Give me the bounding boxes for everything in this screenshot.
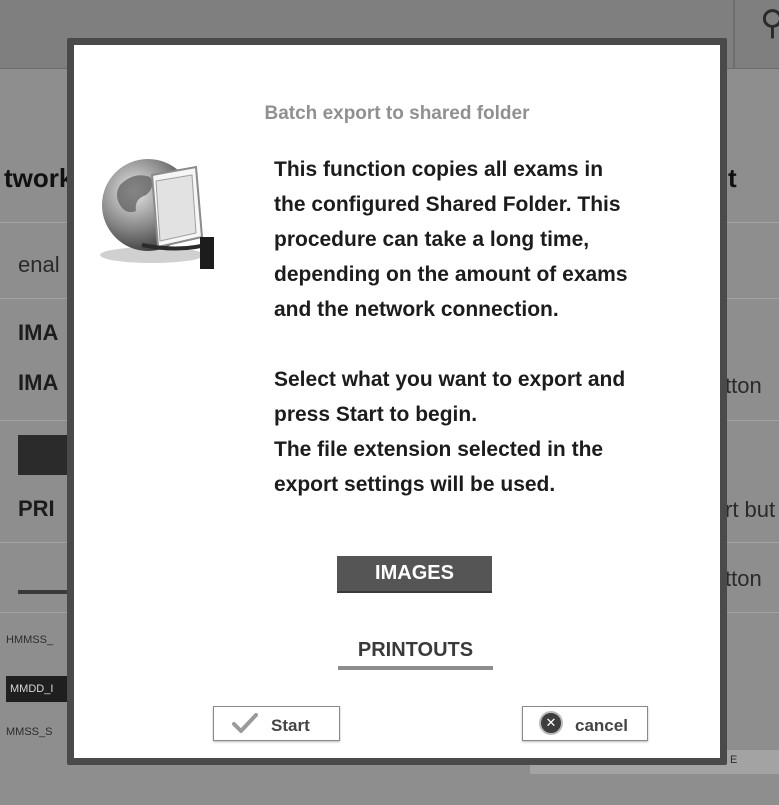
background-row-printouts-right: rt but [725,497,776,522]
checkmark-icon [232,713,258,733]
background-dark-button [18,435,70,475]
message-line: The file extension selected in the [274,438,604,461]
message-line: This function copies all exams in [274,158,604,181]
background-row-images-1: IMA [18,320,59,345]
background-small-label-2: MMDD_I [6,676,68,702]
message-line: press Start to begin. [274,403,478,426]
close-circle-icon: ✕ [539,711,563,735]
dialog-message: This function copies all exams in the co… [274,152,704,502]
images-toggle-button[interactable]: IMAGES [337,556,492,593]
background-row-enable: enal [18,252,60,277]
network-icon: ⚲ [760,4,779,42]
message-line: procedure can take a long time, [274,228,590,251]
message-line: the configured Shared Folder. This [274,193,621,216]
message-line: and the network connection. [274,298,559,321]
start-button[interactable]: Start [213,706,340,741]
message-line: Select what you want to export and [274,368,626,391]
cancel-button[interactable]: ✕ cancel [522,706,648,741]
background-row-images-right: tton [725,373,762,398]
batch-export-dialog: Batch export to shared folder This funct… [67,38,727,765]
background-row-printouts2-right: tton [725,566,762,591]
background-progress-bar [18,590,70,594]
background-column-header-right: t [728,163,737,193]
background-footer-label: E [730,754,738,766]
background-small-label-1: HMMSS_ [6,634,54,646]
background-small-label-3: MMSS_S [6,726,53,738]
globe-folder-export-icon [100,159,214,269]
dialog-title: Batch export to shared folder [264,103,530,124]
background-top-divider [733,0,735,68]
message-line: depending on the amount of exams [274,263,628,286]
background-row-printouts: PRI [18,496,55,521]
message-line: export settings will be used. [274,473,556,496]
cancel-button-label: cancel [575,716,628,735]
background-column-header-left: twork [4,163,74,193]
printouts-toggle-button[interactable]: PRINTOUTS [338,635,493,670]
start-button-label: Start [271,716,310,735]
background-row-images-2: IMA [18,370,59,395]
